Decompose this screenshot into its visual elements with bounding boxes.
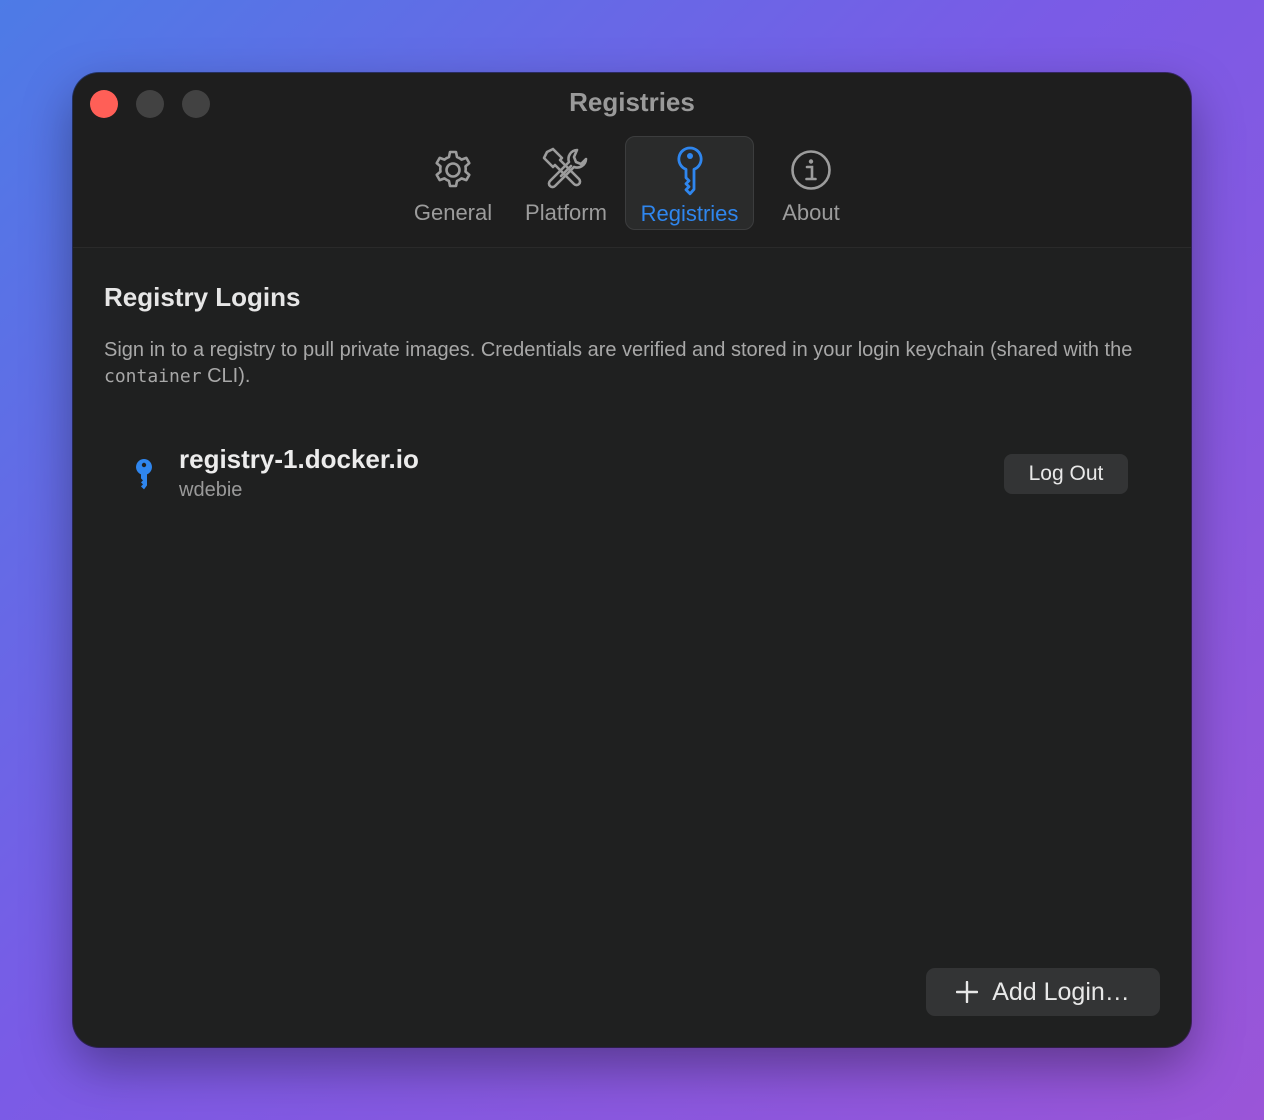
tab-general-label: General — [413, 200, 493, 225]
titlebar: Registries General Platform Registries A… — [73, 73, 1191, 248]
gear-icon — [426, 143, 480, 197]
log-out-button[interactable]: Log Out — [1004, 454, 1128, 494]
section-description: Sign in to a registry to pull private im… — [104, 337, 1164, 390]
tab-platform-label: Platform — [525, 200, 607, 225]
tab-registries[interactable]: Registries — [625, 136, 754, 230]
section-heading: Registry Logins — [104, 282, 301, 312]
tab-about[interactable]: About — [767, 136, 855, 230]
key-icon — [663, 144, 717, 198]
registry-host: registry-1.docker.io — [179, 444, 419, 474]
tab-general[interactable]: General — [403, 136, 503, 230]
info-icon — [784, 143, 838, 197]
tab-about-label: About — [782, 200, 840, 225]
add-login-button[interactable]: Add Login… — [926, 968, 1160, 1016]
tab-platform[interactable]: Platform — [514, 136, 618, 230]
window-title: Registries — [569, 87, 695, 117]
add-login-label: Add Login… — [992, 977, 1130, 1006]
registries-pane: Registry Logins Sign in to a registry to… — [73, 248, 1191, 1047]
tools-icon — [539, 143, 593, 197]
plus-icon — [956, 981, 979, 1003]
tab-registries-label: Registries — [640, 201, 739, 226]
settings-window: Registries General Platform Registries A… — [73, 73, 1191, 1047]
key-icon — [133, 458, 161, 494]
preferences-toolbar: General Platform Registries About — [73, 136, 1191, 232]
registry-username: wdebie — [179, 479, 243, 501]
desc-text-end: CLI). — [201, 365, 251, 387]
desc-text: Sign in to a registry to pull private im… — [104, 339, 1133, 361]
desc-code: container — [104, 366, 202, 387]
